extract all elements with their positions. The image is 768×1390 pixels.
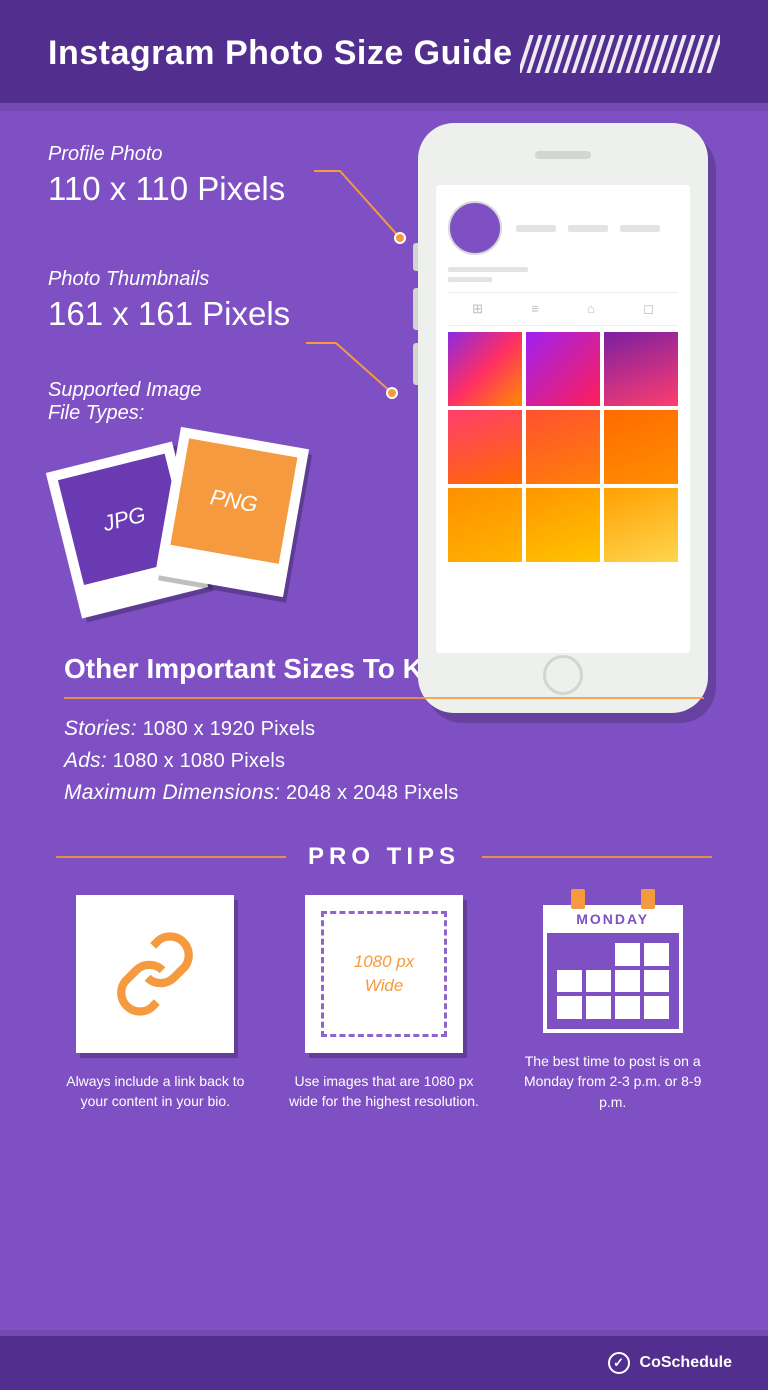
link-icon: [110, 929, 200, 1019]
calendar-icon: MONDAY: [543, 895, 683, 1033]
link-card: [76, 895, 234, 1053]
protip-link-text: Always include a link back to your conte…: [56, 1071, 255, 1112]
calendar-day: MONDAY: [543, 905, 683, 933]
stat-placeholders: [516, 225, 678, 232]
other-sizes-rows: Stories: 1080 x 1920 Pixels Ads: 1080 x …: [64, 717, 704, 805]
bookmark-icon: ◻: [643, 301, 654, 317]
protip-link: Always include a link back to your conte…: [56, 895, 255, 1112]
polaroid-group: PNG JPG: [62, 437, 348, 617]
brand-name: CoSchedule: [640, 1354, 732, 1372]
header: Instagram Photo Size Guide: [0, 0, 768, 103]
phone-mockup: ⊞ ≡ ⌂ ◻: [418, 123, 708, 713]
tagged-icon: ⌂: [587, 301, 595, 317]
polaroid-png: PNG: [155, 427, 309, 597]
protips-section: PRO TIPS Always include a link back to y…: [0, 823, 768, 1112]
filetypes-spec: Supported Image File Types: PNG JPG: [48, 379, 348, 617]
stories-label: Stories:: [64, 717, 137, 740]
max-label: Maximum Dimensions:: [64, 781, 280, 804]
bio-placeholder: [448, 267, 528, 282]
grid-icon: ⊞: [472, 301, 483, 317]
footer: ✓ CoSchedule: [0, 1336, 768, 1390]
avatar-icon: [448, 201, 502, 255]
stories-value: 1080 x 1920 Pixels: [143, 718, 316, 740]
divider-left: [56, 856, 286, 858]
protip-width: 1080 px Wide Use images that are 1080 px…: [285, 895, 484, 1112]
width-card-label: 1080 px Wide: [321, 911, 447, 1037]
max-value: 2048 x 2048 Pixels: [286, 782, 459, 804]
png-label: PNG: [170, 438, 297, 563]
divider-right: [482, 856, 712, 858]
width-card: 1080 px Wide: [305, 895, 463, 1053]
filetypes-label: Supported Image File Types:: [48, 379, 348, 425]
hatch-decoration: [520, 35, 720, 73]
profile-tabs: ⊞ ≡ ⌂ ◻: [448, 292, 678, 326]
photo-grid: [448, 332, 678, 562]
protips-heading: PRO TIPS: [308, 843, 460, 871]
ads-label: Ads:: [64, 749, 107, 772]
list-icon: ≡: [531, 301, 539, 317]
brand-icon: ✓: [608, 1352, 630, 1374]
ads-value: 1080 x 1080 Pixels: [113, 750, 286, 772]
protip-width-text: Use images that are 1080 px wide for the…: [285, 1071, 484, 1112]
protip-timing: MONDAY The best time to post is on a Mon…: [513, 895, 712, 1112]
phone-screen: ⊞ ≡ ⌂ ◻: [436, 185, 690, 653]
page-title: Instagram Photo Size Guide: [48, 34, 513, 73]
main-diagram: Profile Photo 110 x 110 Pixels Photo Thu…: [0, 103, 768, 627]
divider: [64, 697, 704, 699]
protip-timing-text: The best time to post is on a Monday fro…: [513, 1051, 712, 1112]
